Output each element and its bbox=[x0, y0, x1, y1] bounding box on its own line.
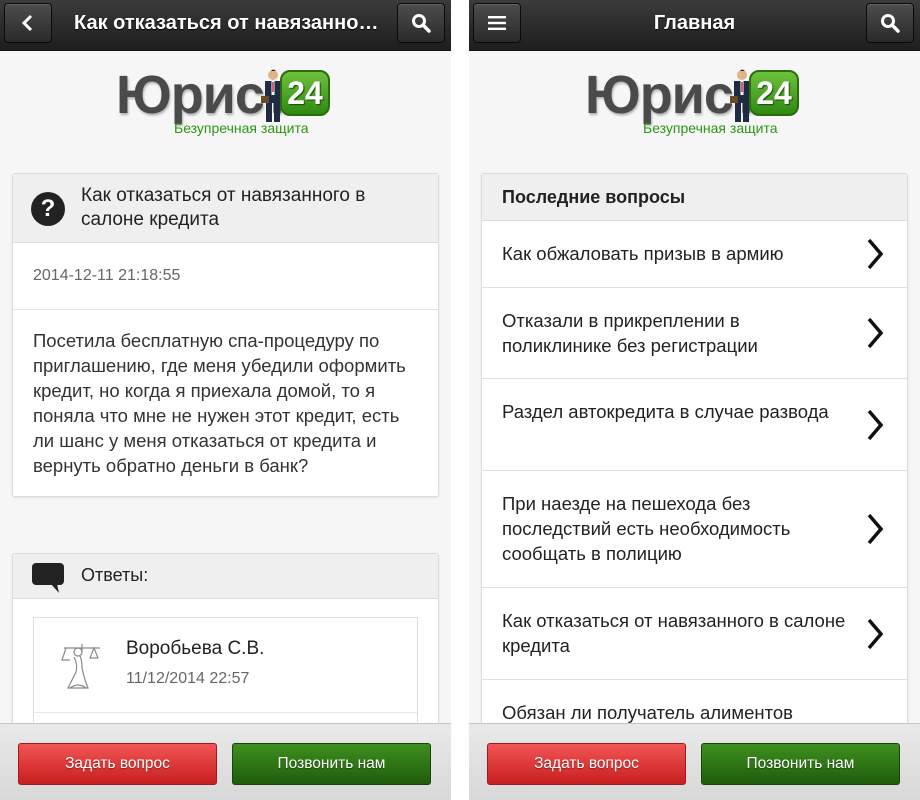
ask-question-button[interactable]: Задать вопрос bbox=[18, 743, 217, 785]
menu-button[interactable] bbox=[473, 3, 521, 43]
top-bar: Как отказаться от навязанного в салоне к… bbox=[0, 0, 451, 51]
bottom-bar: Задать вопрос Позвонить нам bbox=[0, 723, 451, 800]
chevron-right-icon bbox=[867, 317, 884, 349]
question-list-item[interactable]: Отказали в прикреплении в поликлинике бе… bbox=[482, 288, 907, 379]
answers-header: Ответы: bbox=[13, 554, 438, 599]
question-card: ? Как отказаться от навязанного в салоне… bbox=[12, 173, 439, 497]
question-list-item[interactable]: Как обжаловать призыв в армию bbox=[482, 221, 907, 288]
question-list-item-label: Обязан ли получатель алиментов bbox=[502, 702, 793, 723]
search-button[interactable] bbox=[397, 3, 445, 43]
answer-date: 11/12/2014 22:57 bbox=[126, 670, 250, 687]
search-button[interactable] bbox=[866, 3, 914, 43]
answers-title: Ответы: bbox=[81, 565, 149, 585]
call-us-button[interactable]: Позвонить нам bbox=[701, 743, 900, 785]
question-mark-icon: ? bbox=[31, 192, 65, 226]
question-date: 2014-12-11 21:18:55 bbox=[13, 243, 438, 310]
question-list-item-label: Раздел автокредита в случае развода bbox=[502, 401, 829, 422]
chevron-right-icon bbox=[867, 618, 884, 649]
back-button[interactable] bbox=[4, 3, 52, 43]
themis-icon bbox=[61, 644, 100, 689]
question-list-item[interactable]: Раздел автокредита в случае развода bbox=[482, 379, 907, 471]
question-body: Посетила бесплатную спа-процедуру по при… bbox=[33, 330, 406, 476]
latest-questions-header: Последние вопросы bbox=[482, 174, 907, 221]
chevron-right-icon bbox=[867, 238, 884, 270]
logo-tagline: Безупречная защита bbox=[643, 120, 778, 136]
speech-bubble-icon bbox=[32, 563, 64, 593]
logo[interactable]: Юрист 24 Безупречная защита bbox=[116, 62, 346, 142]
question-list-item-label: Как обжаловать призыв в армию bbox=[502, 243, 784, 264]
home-screen: Главная Юрист 24 Безупречная защита Посл… bbox=[469, 0, 920, 800]
question-header: ? Как отказаться от навязанного в салоне… bbox=[13, 174, 438, 243]
search-icon bbox=[412, 14, 431, 33]
logo-tagline: Безупречная защита bbox=[174, 120, 309, 136]
ask-question-button[interactable]: Задать вопрос bbox=[487, 743, 686, 785]
top-bar: Главная bbox=[469, 0, 920, 51]
chevron-right-icon bbox=[867, 409, 884, 440]
page-title: Главная bbox=[653, 12, 736, 34]
logo-badge: 24 bbox=[749, 70, 799, 116]
bottom-bar: Задать вопрос Позвонить нам bbox=[469, 723, 920, 800]
question-list-item[interactable]: При наезде на пешехода без последствий е… bbox=[482, 471, 907, 588]
answer-author: Воробьева С.В. bbox=[126, 638, 265, 659]
latest-questions-card: Последние вопросы Как обжаловать призыв … bbox=[481, 173, 908, 800]
divider bbox=[34, 712, 417, 713]
chevron-right-icon bbox=[867, 513, 884, 545]
search-icon bbox=[881, 14, 900, 33]
chevron-left-icon bbox=[21, 14, 33, 32]
question-screen: Как отказаться от навязанного в салоне к… bbox=[0, 0, 451, 800]
question-list-item-label: Отказали в прикреплении в поликлинике бе… bbox=[502, 310, 758, 356]
question-title: Как отказаться от навязанного в салоне к… bbox=[81, 185, 366, 230]
page-title: Как отказаться от навязанного в салоне к… bbox=[74, 12, 386, 34]
logo-badge: 24 bbox=[280, 70, 330, 116]
logo[interactable]: Юрист 24 Безупречная защита bbox=[585, 62, 815, 142]
question-list-item[interactable]: Как отказаться от навязанного в салоне к… bbox=[482, 588, 907, 680]
question-list-item-label: При наезде на пешехода без последствий е… bbox=[502, 493, 791, 564]
call-us-button[interactable]: Позвонить нам bbox=[232, 743, 431, 785]
question-list-item-label: Как отказаться от навязанного в салоне к… bbox=[502, 610, 846, 656]
answer-item[interactable]: Воробьева С.В. 11/12/2014 22:57 bbox=[33, 617, 418, 739]
menu-icon bbox=[488, 16, 506, 30]
latest-questions-title: Последние вопросы bbox=[502, 187, 686, 207]
